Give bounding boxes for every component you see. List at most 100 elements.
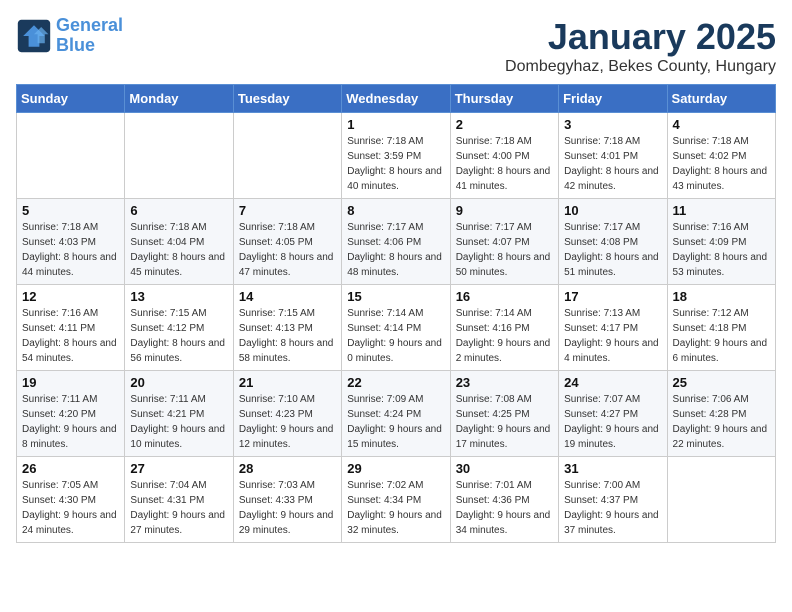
- week-row-4: 19 Sunrise: 7:11 AMSunset: 4:20 PMDayligh…: [17, 371, 776, 457]
- day-number: 13: [130, 289, 227, 304]
- day-info: Sunrise: 7:18 AMSunset: 3:59 PMDaylight:…: [347, 134, 444, 194]
- day-number: 2: [456, 117, 553, 132]
- calendar-cell: 11Sunrise: 7:16 AMSunset: 4:09 PMDayligh…: [667, 199, 775, 285]
- weekday-header-friday: Friday: [559, 85, 667, 113]
- calendar: SundayMondayTuesdayWednesdayThursdayFrid…: [16, 84, 776, 543]
- calendar-cell: 4 Sunrise: 7:18 AMSunset: 4:02 PMDaylight…: [667, 113, 775, 199]
- day-number: 7: [239, 203, 336, 218]
- day-info: Sunrise: 7:18 AMSunset: 4:03 PMDaylight:…: [22, 220, 119, 280]
- day-info: Sunrise: 7:14 AMSunset: 4:14 PMDaylight:…: [347, 306, 444, 366]
- week-row-3: 12Sunrise: 7:16 AMSunset: 4:11 PMDayligh…: [17, 285, 776, 371]
- day-number: 8: [347, 203, 444, 218]
- calendar-cell: 17 Sunrise: 7:13 AMSunset: 4:17 PMDayligh…: [559, 285, 667, 371]
- calendar-cell: 26Sunrise: 7:05 AMSunset: 4:30 PMDayligh…: [17, 457, 125, 543]
- calendar-cell: 16 Sunrise: 7:14 AMSunset: 4:16 PMDayligh…: [450, 285, 558, 371]
- calendar-cell: [233, 113, 341, 199]
- day-number: 31: [564, 461, 661, 476]
- day-number: 4: [673, 117, 770, 132]
- title-area: January 2025 Dombegyhaz, Bekes County, H…: [505, 16, 776, 76]
- calendar-cell: 6 Sunrise: 7:18 AMSunset: 4:04 PMDaylight…: [125, 199, 233, 285]
- day-info: Sunrise: 7:08 AMSunset: 4:25 PMDaylight:…: [456, 392, 553, 452]
- day-info: Sunrise: 7:13 AMSunset: 4:17 PMDaylight:…: [564, 306, 661, 366]
- day-info: Sunrise: 7:11 AMSunset: 4:21 PMDaylight:…: [130, 392, 227, 452]
- calendar-cell: 20 Sunrise: 7:11 AMSunset: 4:21 PMDayligh…: [125, 371, 233, 457]
- day-info: Sunrise: 7:02 AMSunset: 4:34 PMDaylight:…: [347, 478, 444, 538]
- calendar-cell: 9Sunrise: 7:17 AMSunset: 4:07 PMDaylight…: [450, 199, 558, 285]
- logo-icon: [16, 18, 52, 54]
- calendar-cell: 10 Sunrise: 7:17 AMSunset: 4:08 PMDayligh…: [559, 199, 667, 285]
- calendar-cell: 7 Sunrise: 7:18 AMSunset: 4:05 PMDaylight…: [233, 199, 341, 285]
- weekday-header-thursday: Thursday: [450, 85, 558, 113]
- day-info: Sunrise: 7:18 AMSunset: 4:00 PMDaylight:…: [456, 134, 553, 194]
- day-info: Sunrise: 7:11 AMSunset: 4:20 PMDaylight:…: [22, 392, 119, 452]
- logo-text-line2: Blue: [56, 36, 123, 56]
- day-info: Sunrise: 7:17 AMSunset: 4:07 PMDaylight:…: [456, 220, 553, 280]
- day-info: Sunrise: 7:14 AMSunset: 4:16 PMDaylight:…: [456, 306, 553, 366]
- day-info: Sunrise: 7:06 AMSunset: 4:28 PMDaylight:…: [673, 392, 770, 452]
- day-info: Sunrise: 7:10 AMSunset: 4:23 PMDaylight:…: [239, 392, 336, 452]
- day-info: Sunrise: 7:03 AMSunset: 4:33 PMDaylight:…: [239, 478, 336, 538]
- day-number: 22: [347, 375, 444, 390]
- calendar-cell: 28 Sunrise: 7:03 AMSunset: 4:33 PMDayligh…: [233, 457, 341, 543]
- calendar-cell: 12Sunrise: 7:16 AMSunset: 4:11 PMDayligh…: [17, 285, 125, 371]
- day-number: 14: [239, 289, 336, 304]
- calendar-cell: [667, 457, 775, 543]
- calendar-cell: 30Sunrise: 7:01 AMSunset: 4:36 PMDayligh…: [450, 457, 558, 543]
- logo-text-line1: General: [56, 16, 123, 36]
- calendar-cell: 27Sunrise: 7:04 AMSunset: 4:31 PMDayligh…: [125, 457, 233, 543]
- calendar-cell: 25 Sunrise: 7:06 AMSunset: 4:28 PMDayligh…: [667, 371, 775, 457]
- day-number: 28: [239, 461, 336, 476]
- day-number: 26: [22, 461, 119, 476]
- day-number: 1: [347, 117, 444, 132]
- day-number: 17: [564, 289, 661, 304]
- day-info: Sunrise: 7:17 AMSunset: 4:06 PMDaylight:…: [347, 220, 444, 280]
- day-number: 5: [22, 203, 119, 218]
- day-number: 25: [673, 375, 770, 390]
- day-info: Sunrise: 7:07 AMSunset: 4:27 PMDaylight:…: [564, 392, 661, 452]
- month-title: January 2025: [505, 16, 776, 58]
- day-number: 10: [564, 203, 661, 218]
- weekday-header-saturday: Saturday: [667, 85, 775, 113]
- day-info: Sunrise: 7:15 AMSunset: 4:12 PMDaylight:…: [130, 306, 227, 366]
- weekday-header-row: SundayMondayTuesdayWednesdayThursdayFrid…: [17, 85, 776, 113]
- day-info: Sunrise: 7:15 AMSunset: 4:13 PMDaylight:…: [239, 306, 336, 366]
- day-number: 16: [456, 289, 553, 304]
- day-info: Sunrise: 7:18 AMSunset: 4:05 PMDaylight:…: [239, 220, 336, 280]
- day-number: 24: [564, 375, 661, 390]
- day-number: 20: [130, 375, 227, 390]
- day-number: 29: [347, 461, 444, 476]
- calendar-cell: 21 Sunrise: 7:10 AMSunset: 4:23 PMDayligh…: [233, 371, 341, 457]
- day-info: Sunrise: 7:12 AMSunset: 4:18 PMDaylight:…: [673, 306, 770, 366]
- calendar-cell: 14 Sunrise: 7:15 AMSunset: 4:13 PMDayligh…: [233, 285, 341, 371]
- day-number: 3: [564, 117, 661, 132]
- day-info: Sunrise: 7:04 AMSunset: 4:31 PMDaylight:…: [130, 478, 227, 538]
- day-number: 18: [673, 289, 770, 304]
- calendar-cell: 22Sunrise: 7:09 AMSunset: 4:24 PMDayligh…: [342, 371, 450, 457]
- day-info: Sunrise: 7:18 AMSunset: 4:04 PMDaylight:…: [130, 220, 227, 280]
- calendar-cell: [17, 113, 125, 199]
- day-number: 30: [456, 461, 553, 476]
- day-number: 15: [347, 289, 444, 304]
- day-number: 11: [673, 203, 770, 218]
- calendar-cell: 13 Sunrise: 7:15 AMSunset: 4:12 PMDayligh…: [125, 285, 233, 371]
- weekday-header-sunday: Sunday: [17, 85, 125, 113]
- header: General Blue January 2025 Dombegyhaz, Be…: [16, 16, 776, 76]
- calendar-cell: 19 Sunrise: 7:11 AMSunset: 4:20 PMDayligh…: [17, 371, 125, 457]
- day-info: Sunrise: 7:18 AMSunset: 4:02 PMDaylight:…: [673, 134, 770, 194]
- logo: General Blue: [16, 16, 123, 56]
- day-number: 19: [22, 375, 119, 390]
- weekday-header-wednesday: Wednesday: [342, 85, 450, 113]
- calendar-cell: 8 Sunrise: 7:17 AMSunset: 4:06 PMDaylight…: [342, 199, 450, 285]
- calendar-cell: 3 Sunrise: 7:18 AMSunset: 4:01 PMDaylight…: [559, 113, 667, 199]
- day-number: 21: [239, 375, 336, 390]
- calendar-cell: 23Sunrise: 7:08 AMSunset: 4:25 PMDayligh…: [450, 371, 558, 457]
- calendar-cell: 15 Sunrise: 7:14 AMSunset: 4:14 PMDayligh…: [342, 285, 450, 371]
- day-number: 6: [130, 203, 227, 218]
- day-info: Sunrise: 7:18 AMSunset: 4:01 PMDaylight:…: [564, 134, 661, 194]
- weekday-header-tuesday: Tuesday: [233, 85, 341, 113]
- day-info: Sunrise: 7:00 AMSunset: 4:37 PMDaylight:…: [564, 478, 661, 538]
- calendar-cell: 2 Sunrise: 7:18 AMSunset: 4:00 PMDaylight…: [450, 113, 558, 199]
- day-info: Sunrise: 7:17 AMSunset: 4:08 PMDaylight:…: [564, 220, 661, 280]
- week-row-5: 26Sunrise: 7:05 AMSunset: 4:30 PMDayligh…: [17, 457, 776, 543]
- calendar-cell: 31 Sunrise: 7:00 AMSunset: 4:37 PMDayligh…: [559, 457, 667, 543]
